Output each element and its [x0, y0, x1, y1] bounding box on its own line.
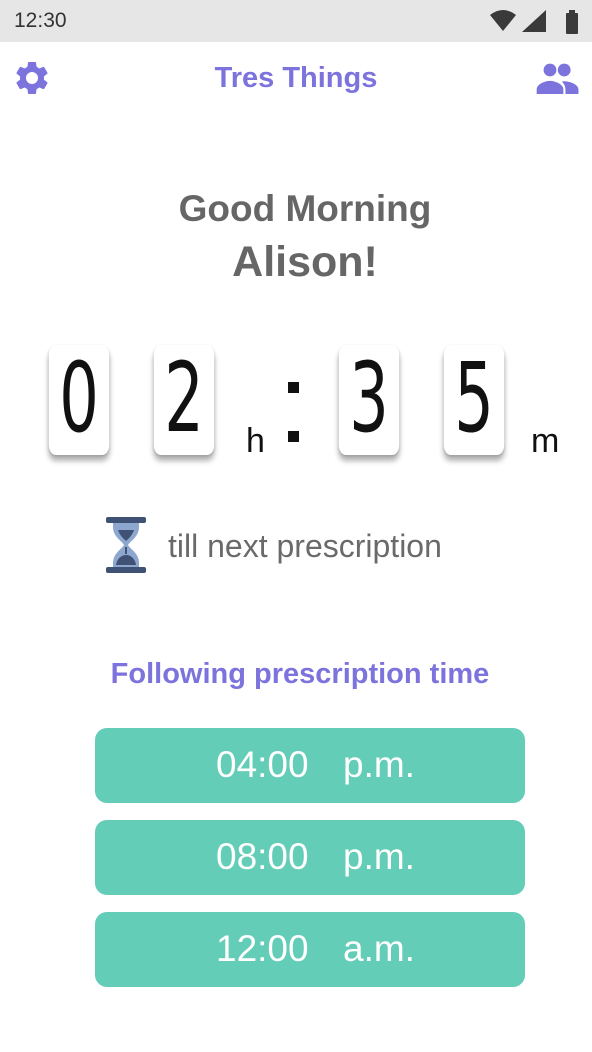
signal-icon [522, 10, 546, 32]
hours-unit: h [246, 422, 265, 460]
till-next-label: till next prescription [168, 528, 442, 564]
greeting-line: Good Morning [178, 188, 432, 229]
time-period: p.m. [343, 836, 415, 877]
time-value: 04:00 [216, 744, 309, 785]
time-period: a.m. [343, 928, 415, 969]
minutes-unit: m [531, 422, 560, 460]
time-separator [283, 382, 305, 448]
time-value: 08:00 [216, 836, 309, 877]
following-title: Following prescription time [110, 658, 490, 690]
prescription-time-button[interactable]: 08:00 p.m. [95, 820, 525, 895]
battery-icon [566, 10, 578, 34]
minutes-ones-digit: 5 [443, 345, 505, 455]
wifi-icon [490, 10, 516, 31]
app-title: Tres Things [214, 62, 378, 94]
time-value: 12:00 [216, 928, 309, 969]
time-period: p.m. [343, 744, 415, 785]
app-bar: Tres Things [0, 42, 592, 118]
prescription-time-button[interactable]: 04:00 p.m. [95, 728, 525, 803]
status-time: 12:30 [14, 9, 67, 32]
hourglass-icon [106, 517, 146, 573]
prescription-time-button[interactable]: 12:00 a.m. [95, 912, 525, 987]
people-icon[interactable] [536, 62, 580, 94]
hours-ones-digit: 2 [153, 345, 215, 455]
minutes-tens-digit: 3 [338, 345, 400, 455]
user-name: Alison! [232, 238, 378, 286]
status-bar: 12:30 [0, 0, 592, 42]
hours-tens-digit: 0 [48, 345, 110, 455]
